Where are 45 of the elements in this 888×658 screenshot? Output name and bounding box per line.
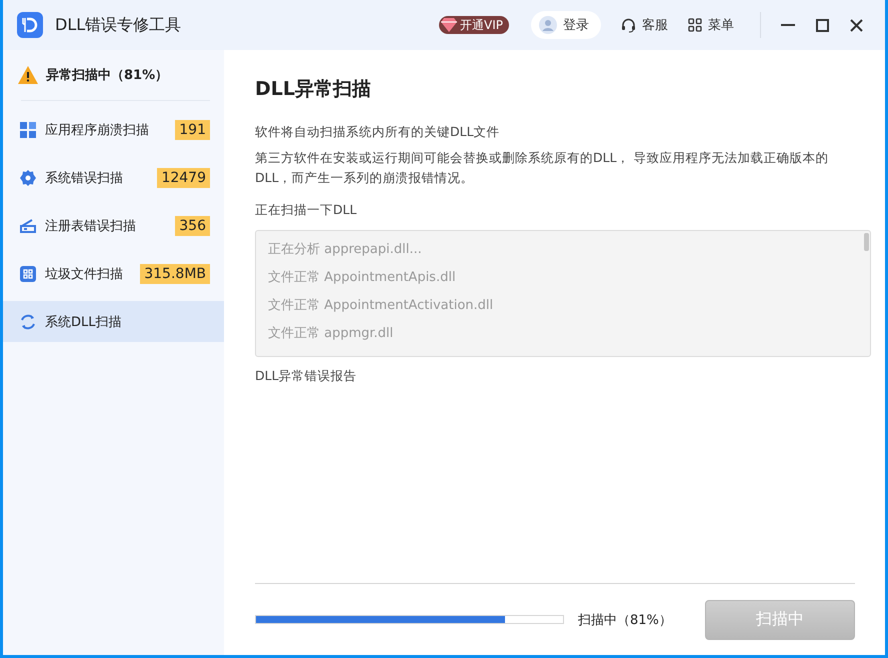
scan-label: 正在扫描一下DLL — [255, 201, 358, 219]
scan-status: 异常扫描中（81%） — [46, 67, 168, 84]
sidebar-item[interactable]: 系统错误扫描 12479 — [3, 157, 224, 198]
item-label: 垃圾文件扫描 — [45, 266, 124, 282]
menu-icon — [688, 18, 702, 32]
diamond-icon — [441, 18, 458, 32]
log-line: 文件正常 appmgr.dll — [268, 325, 394, 343]
login-button[interactable]: 登录 — [531, 11, 601, 39]
item-label: 系统DLL扫描 — [45, 314, 122, 330]
apps-icon — [20, 266, 36, 282]
intro-text: 软件将自动扫描系统内所有的关键DLL文件 — [255, 123, 501, 141]
minimize-icon — [781, 24, 795, 26]
description-text: 第三方软件在安装或运行期间可能会替换或删除系统原有的DLL， 导致应用程序无法加载正确版本的DLL，而产生一系列的崩溃报错情况。 — [255, 149, 830, 187]
sidebar-item[interactable]: 垃圾文件扫描 315.8MB — [3, 253, 224, 294]
menu-button[interactable]: 菜单 — [688, 16, 734, 34]
count-badge: 191 — [175, 120, 210, 140]
maximize-icon — [816, 18, 828, 32]
count-badge: 12479 — [157, 168, 210, 188]
log-line: 正在分析 apprepapi.dll... — [268, 241, 422, 259]
log-line: 文件正常 AppointmentActivation.dll — [268, 297, 494, 315]
log-line: 文件正常 AppointmentApis.dll — [268, 269, 456, 287]
app-logo-icon — [17, 12, 43, 38]
item-label: 应用程序崩溃扫描 — [45, 122, 150, 138]
refresh-icon — [20, 314, 36, 330]
vip-button[interactable]: 开通VIP — [439, 16, 509, 34]
report-label: DLL异常错误报告 — [255, 367, 358, 385]
scrollbar-thumb[interactable] — [864, 233, 869, 251]
sidebar-item[interactable]: 应用程序崩溃扫描 191 — [3, 109, 224, 150]
progress-status: 扫描中（81%） — [578, 612, 673, 628]
close-icon — [850, 18, 862, 32]
support-button[interactable]: 客服 — [621, 16, 668, 34]
scanner-icon — [20, 218, 36, 232]
headset-icon — [621, 18, 636, 32]
window-title: DLL错误专修工具 — [55, 14, 182, 36]
sidebar-item[interactable]: 注册表错误扫描 356 — [3, 205, 224, 246]
item-label: 注册表错误扫描 — [45, 218, 137, 234]
warning-icon — [18, 66, 38, 84]
count-badge: 356 — [175, 216, 210, 236]
sidebar-item[interactable]: 系统DLL扫描 — [3, 301, 224, 342]
item-label: 系统错误扫描 — [45, 170, 124, 186]
avatar-icon — [539, 16, 557, 34]
page-title: DLL异常扫描 — [255, 77, 372, 102]
grid-icon — [20, 122, 36, 138]
count-badge: 315.8MB — [140, 264, 210, 284]
gear-icon — [20, 170, 36, 186]
